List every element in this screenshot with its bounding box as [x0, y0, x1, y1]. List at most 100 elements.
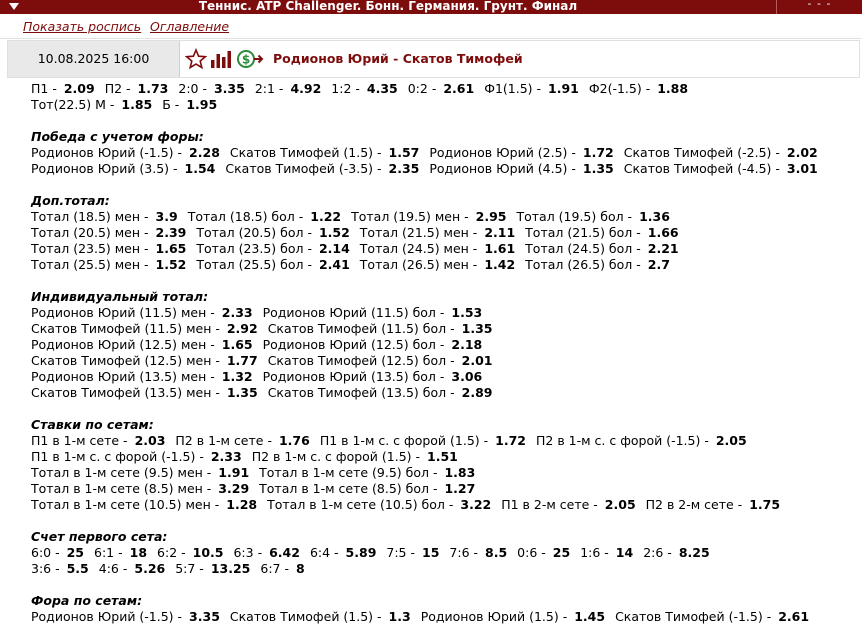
- odds-value[interactable]: 2.09: [64, 81, 95, 96]
- odds-value[interactable]: 5.89: [346, 545, 377, 560]
- odds-value[interactable]: 8.5: [485, 545, 507, 560]
- odds-value[interactable]: 1.28: [226, 497, 257, 512]
- odds-value[interactable]: 2.11: [484, 225, 515, 240]
- odds-value[interactable]: 2.41: [319, 257, 350, 272]
- odds-value[interactable]: 1.83: [444, 465, 475, 480]
- odds-value[interactable]: 1.52: [319, 225, 350, 240]
- odds-value[interactable]: 2.39: [156, 225, 187, 240]
- odds-value[interactable]: 14: [616, 545, 633, 560]
- odds-label: Тотал в 1-м сете (8.5) бол -: [259, 481, 438, 496]
- show-schedule-link[interactable]: Показать роспись: [23, 19, 141, 34]
- odds-value[interactable]: 1.65: [156, 241, 187, 256]
- odds-value[interactable]: 2.05: [605, 497, 636, 512]
- odds-label: Тотал (23.5) бол -: [196, 241, 312, 256]
- odds-value[interactable]: 2.61: [778, 609, 809, 624]
- odds-value[interactable]: 2.92: [227, 321, 258, 336]
- odds-value[interactable]: 2.28: [189, 145, 220, 160]
- odds-value[interactable]: 1.75: [749, 497, 780, 512]
- odds-value[interactable]: 2.95: [476, 209, 507, 224]
- odds-value[interactable]: 15: [422, 545, 439, 560]
- odds-value[interactable]: 1.32: [222, 369, 253, 384]
- odds-value[interactable]: 4.92: [290, 81, 321, 96]
- odds-value[interactable]: 13.25: [211, 561, 251, 576]
- odds-value[interactable]: 1.54: [185, 161, 216, 176]
- cashout-icon[interactable]: $: [236, 48, 264, 73]
- odds-value[interactable]: 1.27: [444, 481, 475, 496]
- odds-value[interactable]: 8: [296, 561, 305, 576]
- odds-value[interactable]: 3.01: [787, 161, 818, 176]
- section-heading: Ставки по сетам:: [31, 417, 154, 432]
- odds-value[interactable]: 1.35: [462, 321, 493, 336]
- odds-value[interactable]: 2.33: [211, 449, 242, 464]
- odds-value[interactable]: 1.35: [583, 161, 614, 176]
- odds-label: Родионов Юрий (13.5) мен -: [31, 369, 215, 384]
- odds-value[interactable]: 3.9: [156, 209, 178, 224]
- odds-label: 1:6 -: [580, 545, 609, 560]
- odds-label: Скатов Тимофей (12.5) мен -: [31, 353, 220, 368]
- odds-label: П2 в 1-м сете -: [175, 433, 272, 448]
- odds-value[interactable]: 1.61: [484, 241, 515, 256]
- odds-value[interactable]: 1.3: [389, 609, 411, 624]
- odds-label: Скатов Тимофей (-3.5) -: [225, 161, 382, 176]
- odds-value[interactable]: 1.95: [186, 97, 217, 112]
- odds-value[interactable]: 1.88: [657, 81, 688, 96]
- odds-value[interactable]: 3.35: [189, 609, 220, 624]
- odds-value[interactable]: 18: [130, 545, 147, 560]
- odds-value[interactable]: 25: [553, 545, 570, 560]
- odds-value[interactable]: 1.51: [427, 449, 458, 464]
- odds-value[interactable]: 2.89: [462, 385, 493, 400]
- odds-value[interactable]: 1.66: [648, 225, 679, 240]
- odds-value[interactable]: 4.35: [367, 81, 398, 96]
- odds-value[interactable]: 1.77: [227, 353, 258, 368]
- odds-value[interactable]: 5.5: [67, 561, 89, 576]
- odds-value[interactable]: 25: [67, 545, 84, 560]
- odds-value[interactable]: 1.73: [138, 81, 169, 96]
- odds-value[interactable]: 1.65: [222, 337, 253, 352]
- odds-label: П2 в 1-м с. с форой (1.5) -: [251, 449, 421, 464]
- odds-value[interactable]: 1.91: [548, 81, 579, 96]
- odds-value[interactable]: 2.33: [222, 305, 253, 320]
- odds-value[interactable]: 2.02: [787, 145, 818, 160]
- stats-icon[interactable]: [209, 48, 233, 73]
- odds-value[interactable]: 5.26: [134, 561, 165, 576]
- odds-value[interactable]: 1.85: [121, 97, 152, 112]
- odds-value[interactable]: 3.06: [451, 369, 482, 384]
- odds-value[interactable]: 2.01: [462, 353, 493, 368]
- odds-value[interactable]: 1.72: [583, 145, 614, 160]
- odds-label: Родионов Юрий (-1.5) -: [31, 609, 183, 624]
- odds-value[interactable]: 3.35: [214, 81, 245, 96]
- odds-value[interactable]: 2.18: [451, 337, 482, 352]
- odds-value[interactable]: 1.57: [389, 145, 420, 160]
- odds-value[interactable]: 3.29: [218, 481, 249, 496]
- odds-value[interactable]: 1.52: [156, 257, 187, 272]
- odds-value[interactable]: 2.7: [648, 257, 670, 272]
- odds-value[interactable]: 1.72: [495, 433, 526, 448]
- odds-value[interactable]: 2.61: [443, 81, 474, 96]
- odds-value[interactable]: 6.42: [269, 545, 300, 560]
- odds-value[interactable]: 1.53: [451, 305, 482, 320]
- odds-label: П1 в 1-м сете -: [31, 433, 128, 448]
- odds-value[interactable]: 1.76: [279, 433, 310, 448]
- odds-value[interactable]: 2.35: [389, 161, 420, 176]
- odds-label: 6:4 -: [309, 545, 339, 560]
- contents-link[interactable]: Оглавление: [150, 19, 229, 34]
- odds-value[interactable]: 2.05: [716, 433, 747, 448]
- odds-row: Родионов Юрий (12.5) мен - 1.65 Родионов Ю…: [31, 337, 861, 353]
- odds-row: Тотал (18.5) мен - 3.9 Тотал (18.5) бол - 1…: [31, 209, 861, 225]
- odds-value[interactable]: 10.5: [193, 545, 224, 560]
- odds-value[interactable]: 1.42: [484, 257, 515, 272]
- odds-value[interactable]: 1.22: [310, 209, 341, 224]
- odds-value[interactable]: 2.03: [135, 433, 166, 448]
- odds-value[interactable]: 2.21: [648, 241, 679, 256]
- odds-value[interactable]: 1.45: [574, 609, 605, 624]
- match-title[interactable]: Родионов Юрий - Скатов Тимофей: [273, 41, 523, 77]
- odds-label: Тотал (20.5) мен -: [31, 225, 149, 240]
- odds-value[interactable]: 3.22: [460, 497, 491, 512]
- star-icon[interactable]: [184, 47, 208, 73]
- odds-row: Тотал в 1-м сете (9.5) мен - 1.91 Тотал в …: [31, 465, 861, 481]
- odds-value[interactable]: 2.14: [319, 241, 350, 256]
- odds-value[interactable]: 8.25: [679, 545, 710, 560]
- odds-value[interactable]: 1.36: [639, 209, 670, 224]
- odds-value[interactable]: 1.91: [218, 465, 249, 480]
- odds-value[interactable]: 1.35: [227, 385, 258, 400]
